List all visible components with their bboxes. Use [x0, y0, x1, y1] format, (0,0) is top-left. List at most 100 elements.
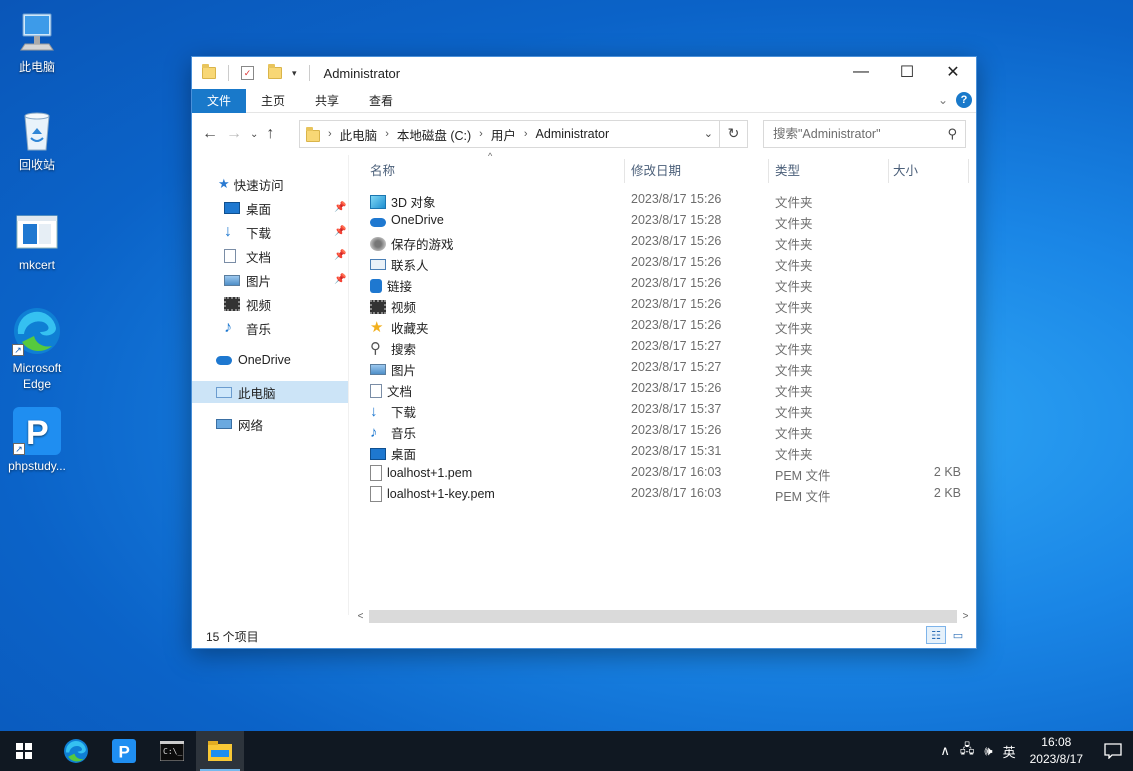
- desktop-icon-this-pc[interactable]: 此电脑: [1, 10, 73, 75]
- recent-locations-chevron-icon[interactable]: ⌄: [250, 129, 258, 140]
- taskbar-edge[interactable]: [52, 731, 100, 771]
- file-row[interactable]: loalhost+1.pem 2023/8/17 16:03 PEM 文件 2 KB: [352, 462, 972, 483]
- taskbar-file-explorer[interactable]: [196, 731, 244, 771]
- file-date: 2023/8/17 15:26: [631, 234, 722, 248]
- start-button[interactable]: [0, 731, 48, 771]
- file-name-cell[interactable]: ↓ 下载: [370, 402, 416, 421]
- maximize-button[interactable]: ☐: [884, 57, 930, 87]
- help-button[interactable]: ?: [956, 92, 972, 108]
- column-header-type[interactable]: 类型: [757, 155, 877, 187]
- breadcrumb-users[interactable]: 用户: [491, 125, 516, 144]
- file-row[interactable]: 链接 2023/8/17 15:26 文件夹: [352, 273, 972, 294]
- forward-arrow-icon[interactable]: →: [226, 125, 242, 143]
- file-name-cell[interactable]: ♪ 音乐: [370, 423, 416, 442]
- volume-icon[interactable]: 🕪: [984, 743, 992, 759]
- column-divider[interactable]: [968, 159, 969, 183]
- file-row[interactable]: 视频 2023/8/17 15:26 文件夹: [352, 294, 972, 315]
- search-icon[interactable]: ⚲: [947, 121, 957, 147]
- nav-desktop[interactable]: 桌面: [224, 197, 271, 219]
- taskbar-terminal[interactable]: C:\_: [148, 731, 196, 771]
- file-name-cell[interactable]: loalhost+1.pem: [370, 465, 472, 481]
- desktop-icon-edge[interactable]: ↗ Microsoft Edge: [1, 306, 73, 392]
- file-row[interactable]: 联系人 2023/8/17 15:26 文件夹: [352, 252, 972, 273]
- file-row[interactable]: 桌面 2023/8/17 15:31 文件夹: [352, 441, 972, 462]
- breadcrumb-separator-icon[interactable]: ›: [328, 128, 332, 140]
- show-hidden-icons-chevron-icon[interactable]: ∧: [940, 743, 950, 759]
- desktop-icon-mkcert[interactable]: mkcert: [1, 210, 73, 272]
- breadcrumb-separator-icon[interactable]: ›: [385, 128, 389, 140]
- tab-file[interactable]: 文件: [192, 88, 247, 113]
- details-view-icon[interactable]: ☷: [926, 626, 946, 644]
- nav-videos[interactable]: 视频: [224, 293, 271, 315]
- nav-music[interactable]: ♪ 音乐: [224, 317, 271, 339]
- properties-checklist-icon[interactable]: ✓: [241, 66, 254, 80]
- nav-this-pc[interactable]: 此电脑: [192, 381, 348, 403]
- file-row[interactable]: OneDrive 2023/8/17 15:28 文件夹: [352, 210, 972, 231]
- column-header-size[interactable]: 大小: [875, 155, 965, 187]
- notification-center-icon[interactable]: [1093, 731, 1133, 771]
- breadcrumb-administrator[interactable]: Administrator: [536, 127, 610, 141]
- file-name-cell[interactable]: 桌面: [370, 444, 416, 463]
- file-row[interactable]: 3D 对象 2023/8/17 15:26 文件夹: [352, 189, 972, 210]
- computer-icon: [15, 10, 59, 54]
- tab-share[interactable]: 共享: [300, 89, 354, 113]
- file-name-cell[interactable]: 文档: [370, 381, 412, 400]
- desktop-icon-phpstudy[interactable]: P ↗ phpstudy...: [1, 407, 73, 473]
- refresh-icon[interactable]: ↻: [719, 120, 747, 148]
- file-name-cell[interactable]: 联系人: [370, 255, 429, 274]
- clock[interactable]: 16:08 2023/8/17: [1030, 734, 1083, 768]
- file-row[interactable]: ⚲ 搜索 2023/8/17 15:27 文件夹: [352, 336, 972, 357]
- file-name-cell[interactable]: 视频: [370, 297, 416, 316]
- file-name-cell[interactable]: 保存的游戏: [370, 234, 454, 253]
- file-row[interactable]: 保存的游戏 2023/8/17 15:26 文件夹: [352, 231, 972, 252]
- file-name-cell[interactable]: OneDrive: [370, 213, 444, 227]
- file-name-cell[interactable]: 图片: [370, 360, 416, 379]
- file-row[interactable]: 图片 2023/8/17 15:27 文件夹: [352, 357, 972, 378]
- breadcrumb-separator-icon[interactable]: ›: [479, 128, 483, 140]
- file-name-cell[interactable]: ★ 收藏夹: [370, 318, 429, 337]
- nav-downloads[interactable]: ↓ 下载: [224, 221, 271, 243]
- large-icons-view-icon[interactable]: ▭: [948, 626, 968, 644]
- input-method-indicator[interactable]: 英: [1003, 742, 1016, 761]
- file-name-cell[interactable]: 3D 对象: [370, 192, 435, 211]
- file-row[interactable]: 文档 2023/8/17 15:26 文件夹: [352, 378, 972, 399]
- back-arrow-icon[interactable]: ←: [202, 125, 218, 143]
- breadcrumb-separator-icon[interactable]: ›: [524, 128, 528, 140]
- scrollbar-thumb[interactable]: [369, 610, 957, 623]
- file-name-cell[interactable]: 链接: [370, 276, 412, 295]
- file-row[interactable]: ↓ 下载 2023/8/17 15:37 文件夹: [352, 399, 972, 420]
- file-name-cell[interactable]: loalhost+1-key.pem: [370, 486, 495, 502]
- minimize-button[interactable]: —: [838, 57, 884, 87]
- nav-network[interactable]: 网络: [216, 413, 263, 435]
- column-header-date[interactable]: 修改日期: [613, 155, 757, 187]
- network-status-icon[interactable]: 🖧: [960, 740, 975, 762]
- file-row[interactable]: ♪ 音乐 2023/8/17 15:26 文件夹: [352, 420, 972, 441]
- title-bar[interactable]: ✓ ▾ Administrator — ☐ ✕: [192, 57, 976, 89]
- desktop-icon-recycle-bin[interactable]: 回收站: [1, 108, 73, 173]
- nav-pictures[interactable]: 图片: [224, 269, 271, 291]
- address-dropdown-icon[interactable]: ⌄: [704, 127, 713, 140]
- tab-home[interactable]: 主页: [246, 89, 300, 113]
- up-arrow-icon[interactable]: ↑: [266, 125, 274, 143]
- tab-view[interactable]: 查看: [354, 89, 408, 113]
- file-row[interactable]: ★ 收藏夹 2023/8/17 15:26 文件夹: [352, 315, 972, 336]
- search-box[interactable]: 搜索"Administrator" ⚲: [763, 120, 966, 148]
- breadcrumb-local-disk[interactable]: 本地磁盘 (C:): [397, 125, 471, 144]
- address-bar[interactable]: › 此电脑 › 本地磁盘 (C:) › 用户 › Administrator ⌄…: [299, 120, 748, 148]
- desktop-icon-label: phpstudy...: [8, 459, 66, 473]
- nav-documents[interactable]: 文档: [224, 245, 271, 267]
- expand-ribbon-chevron-icon[interactable]: ⌄: [938, 93, 948, 107]
- breadcrumb-this-pc[interactable]: 此电脑: [340, 125, 378, 144]
- file-name-cell[interactable]: ⚲ 搜索: [370, 339, 416, 358]
- taskbar-phpstudy[interactable]: P: [100, 731, 148, 771]
- column-header-name[interactable]: 名称: [352, 155, 624, 187]
- item-count: 15 个项目: [206, 630, 259, 644]
- nav-label: 音乐: [246, 322, 272, 337]
- close-button[interactable]: ✕: [930, 57, 976, 87]
- quick-access-dropdown-icon[interactable]: ▾: [292, 68, 297, 79]
- file-row[interactable]: loalhost+1-key.pem 2023/8/17 16:03 PEM 文件 2…: [352, 483, 972, 504]
- desktop-icon: [370, 447, 386, 460]
- new-folder-icon[interactable]: [268, 64, 282, 79]
- nav-quick-access[interactable]: ★ 快速访问: [218, 173, 284, 195]
- nav-onedrive[interactable]: OneDrive: [216, 349, 291, 371]
